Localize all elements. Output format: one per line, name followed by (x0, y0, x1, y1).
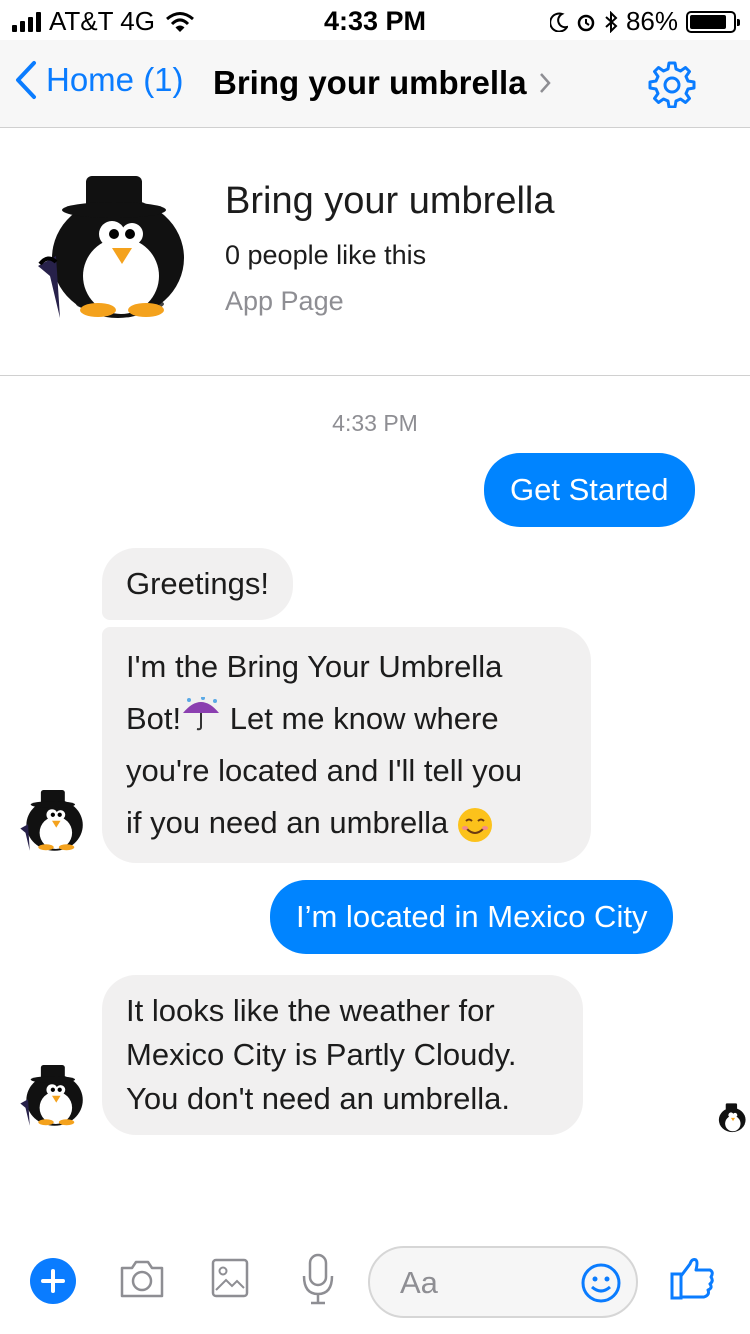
message-line: you're located and I'll tell you (126, 753, 523, 788)
battery-percent: 86% (625, 6, 678, 36)
message-text: I’m located in Mexico City (296, 899, 648, 934)
battery-icon (686, 10, 740, 33)
plus-icon[interactable] (30, 1258, 76, 1304)
message-incoming[interactable]: Greetings! (102, 548, 294, 620)
umbrella-rain-emoji (183, 696, 220, 731)
status-right: 86% (549, 6, 740, 37)
back-label: Home (1) (46, 61, 184, 98)
alarm-icon (577, 14, 595, 31)
page-header: Bring your umbrella 0 people like this A… (0, 128, 750, 376)
message-line: It looks like the weather for (126, 993, 495, 1028)
gear-icon[interactable] (648, 60, 696, 108)
message-text: Get Started (510, 472, 669, 507)
message-line: I'm the Bring Your Umbrella (126, 649, 503, 684)
page-likes: 0 people like this (225, 240, 427, 270)
message-input[interactable] (400, 1264, 580, 1302)
message-text: Bot! (126, 701, 182, 736)
message-input-container (368, 1246, 638, 1318)
gallery-icon[interactable] (210, 1256, 250, 1300)
message-text: Let me know where (221, 701, 499, 736)
message-incoming[interactable]: I'm the Bring Your Umbrella Bot! Let me … (102, 627, 591, 863)
read-receipt-avatar (718, 1103, 746, 1133)
message-outgoing[interactable]: I’m located in Mexico City (270, 880, 674, 954)
moon-icon (549, 12, 568, 32)
message-line-4: if you need an umbrella (126, 797, 567, 849)
chevron-right-icon (539, 73, 551, 93)
conversation-title[interactable]: Bring your umbrella (213, 64, 551, 102)
message-line: Mexico City is Partly Cloudy. (126, 1037, 517, 1072)
message-line-2: Bot! Let me know where (126, 693, 567, 745)
message-text: Greetings! (126, 566, 270, 601)
nav-bar: Home (1) Bring your umbrella (0, 40, 750, 128)
battery-fill (690, 14, 727, 29)
camera-icon[interactable] (118, 1258, 166, 1300)
back-chevron-icon (16, 61, 36, 99)
message-timestamp: 4:33 PM (332, 410, 418, 436)
message-line: You don't need an umbrella. (126, 1081, 510, 1116)
microphone-icon[interactable] (300, 1252, 336, 1306)
message-incoming[interactable]: It looks like the weather for Mexico Cit… (102, 975, 583, 1135)
composer-bar (0, 1240, 750, 1334)
penguin-avatar[interactable] (16, 1065, 88, 1127)
page-name: Bring your umbrella (225, 180, 555, 222)
conversation-title-text: Bring your umbrella (213, 64, 527, 101)
thumbs-up-icon[interactable] (668, 1254, 716, 1302)
message-outgoing[interactable]: Get Started (484, 453, 695, 527)
emoji-icon[interactable] (580, 1262, 622, 1304)
status-bar: AT&T 4G 4:33 PM 86% (0, 0, 750, 40)
smiling-emoji (457, 807, 492, 842)
penguin-avatar[interactable] (28, 176, 196, 321)
back-button[interactable]: Home (1) (14, 60, 184, 100)
page-type: App Page (225, 286, 344, 316)
penguin-avatar[interactable] (16, 790, 88, 852)
message-text: if you need an umbrella (126, 805, 457, 840)
bluetooth-icon (605, 10, 618, 33)
